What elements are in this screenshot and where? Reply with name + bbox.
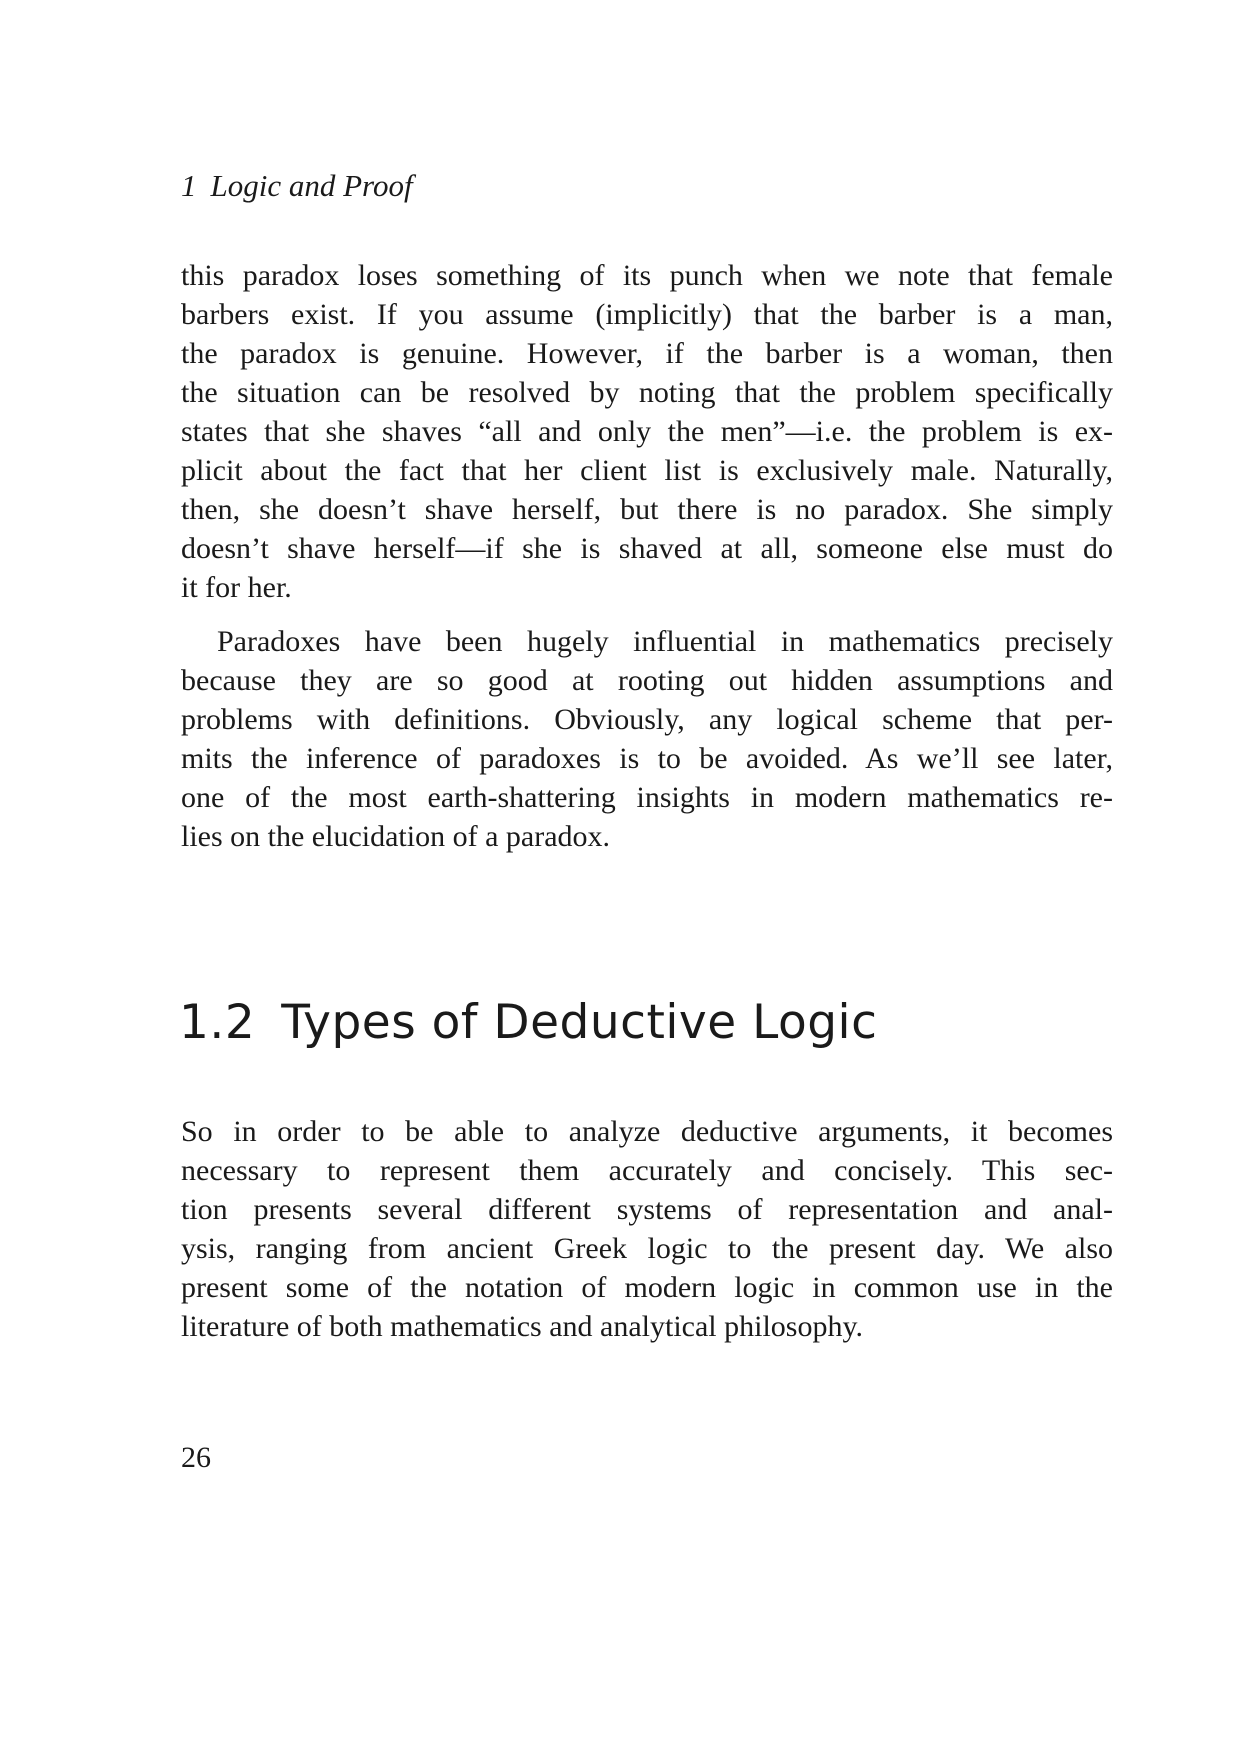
text-line: present some of the notation of modern l… [181,1271,1113,1304]
text-line: So in order to be able to analyze deduct… [181,1115,1113,1148]
text-line: tion presents several different systems … [181,1193,1113,1226]
page-number: 26 [181,1441,211,1474]
text-line: necessary to represent them accurately a… [181,1154,1113,1187]
chapter-title: Logic and Proof [210,168,413,203]
text-line: mits the inference of paradoxes is to be… [181,742,1113,775]
paragraph-barber-paradox: this paradox loses something of its punc… [181,256,1113,607]
chapter-number: 1 [181,168,197,203]
text-line: because they are so good at rooting out … [181,664,1113,697]
section-number: 1.2 [179,995,256,1050]
paragraph-paradoxes-influence: Paradoxes have been hugely influential i… [181,622,1113,856]
text-line: this paradox loses something of its punc… [181,259,1113,292]
text-line: doesn’t shave herself—if she is shaved a… [181,532,1113,565]
section-heading: 1.2 Types of Deductive Logic [179,993,877,1053]
text-line: the paradox is genuine. However, if the … [181,337,1113,370]
text-line: the situation can be resolved by noting … [181,376,1113,409]
text-line: plicit about the fact that her client li… [181,454,1113,487]
text-line: it for her. [181,571,292,604]
running-head: 1 Logic and Proof [181,166,413,206]
text-line: literature of both mathematics and analy… [181,1310,864,1343]
text-line: states that she shaves “all and only the… [181,415,1113,448]
text-line: Paradoxes have been hugely influential i… [217,625,1113,658]
text-line: barbers exist. If you assume (implicitly… [181,298,1113,331]
text-line: problems with definitions. Obviously, an… [181,703,1113,736]
paragraph-section-intro: So in order to be able to analyze deduct… [181,1112,1113,1346]
text-line: ysis, ranging from ancient Greek logic t… [181,1232,1113,1265]
text-line: then, she doesn’t shave herself, but the… [181,493,1113,526]
text-line: lies on the elucidation of a paradox. [181,820,611,853]
section-title: Types of Deductive Logic [281,995,878,1050]
text-line: one of the most earth-shattering insight… [181,781,1113,814]
